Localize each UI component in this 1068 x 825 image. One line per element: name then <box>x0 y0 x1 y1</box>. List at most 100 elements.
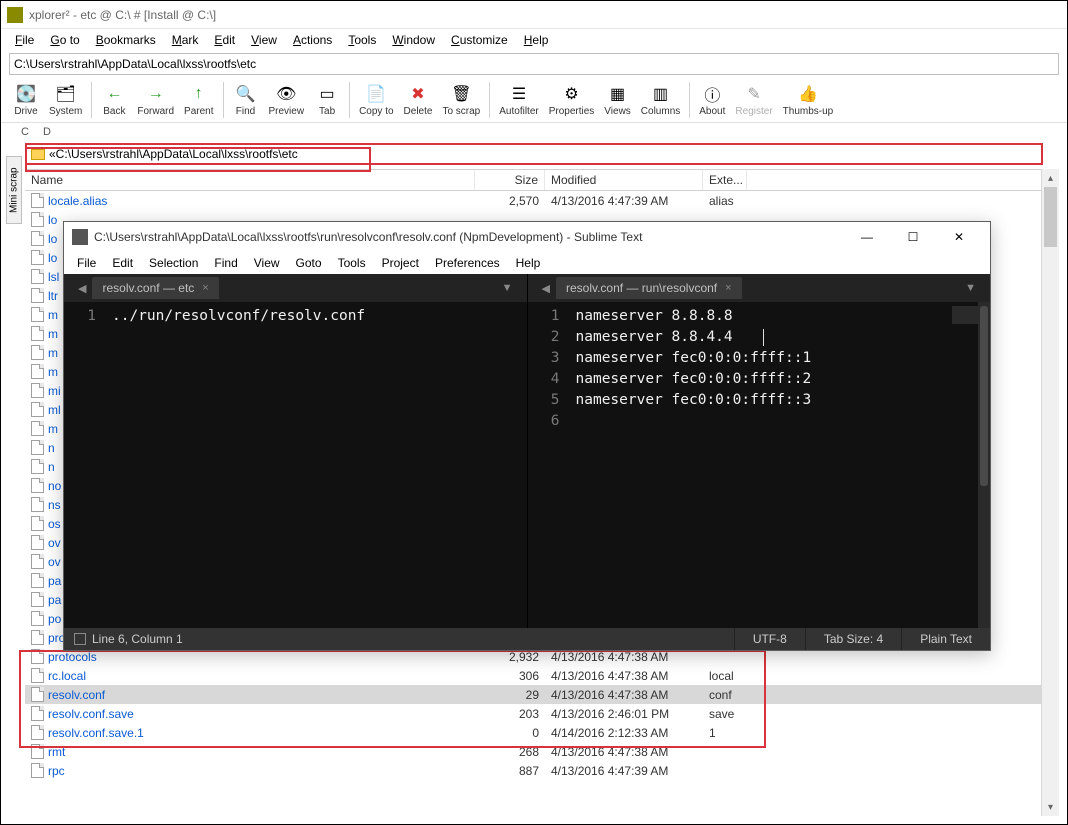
columns-button[interactable]: ▥Columns <box>637 81 684 119</box>
properties-button[interactable]: ⚙Properties <box>545 81 599 119</box>
drive-c[interactable]: C <box>21 126 29 138</box>
minimap[interactable] <box>952 306 978 324</box>
file-row[interactable]: rmt2684/13/2016 4:47:38 AM <box>25 742 1059 761</box>
copy-to-button[interactable]: 📄Copy to <box>355 81 397 119</box>
col-ext[interactable]: Exte... <box>703 170 747 190</box>
file-list[interactable]: locale.alias2,5704/13/2016 4:47:39 AMali… <box>25 191 1059 210</box>
file-row[interactable]: locale.alias2,5704/13/2016 4:47:39 AMali… <box>25 191 1059 210</box>
menu-item[interactable]: Help <box>518 31 555 49</box>
drive-button[interactable]: 💽Drive <box>9 81 43 119</box>
col-name[interactable]: Name <box>25 170 475 190</box>
file-name: m <box>48 422 58 436</box>
tab-overflow-icon[interactable]: ▼ <box>496 282 519 294</box>
scroll-up-icon[interactable]: ▴ <box>1042 169 1059 187</box>
file-row[interactable]: resolv.conf294/13/2016 4:47:38 AMconf <box>25 685 1059 704</box>
sublime-menubar[interactable]: FileEditSelectionFindViewGotoToolsProjec… <box>64 252 990 274</box>
menu-item[interactable]: Actions <box>287 31 338 49</box>
close-icon[interactable]: × <box>725 282 731 294</box>
col-size[interactable]: Size <box>475 170 545 190</box>
tab-bar[interactable]: ◀ resolv.conf — etc × ▼ <box>64 274 527 302</box>
menu-item[interactable]: Mark <box>166 31 205 49</box>
menu-item[interactable]: Edit <box>105 254 140 272</box>
menu-item[interactable]: Window <box>386 31 441 49</box>
menu-item[interactable]: Preferences <box>428 254 507 272</box>
menu-item[interactable]: File <box>70 254 103 272</box>
status-position[interactable]: Line 6, Column 1 <box>92 632 183 646</box>
titlebar: xplorer² - etc @ C:\ # [Install @ C:\] <box>1 1 1067 29</box>
sublime-icon <box>72 229 88 245</box>
file-name: ns <box>48 498 61 512</box>
tab-resolv-run[interactable]: resolv.conf — run\resolvconf × <box>556 277 742 299</box>
tab-overflow-icon[interactable]: ▼ <box>959 282 982 294</box>
menu-item[interactable]: View <box>245 31 283 49</box>
menu-item[interactable]: Find <box>207 254 244 272</box>
editor-right[interactable]: 123456 nameserver 8.8.8.8nameserver 8.8.… <box>528 302 991 628</box>
mini-scrap-tab[interactable]: Mini scrap <box>6 156 22 224</box>
menu-item[interactable]: Selection <box>142 254 205 272</box>
menu-item[interactable]: Customize <box>445 31 514 49</box>
file-row[interactable]: rpc8874/13/2016 4:47:39 AM <box>25 761 1059 780</box>
file-name: ov <box>48 536 61 550</box>
menu-item[interactable]: Tools <box>331 254 373 272</box>
breadcrumb[interactable]: «C:\Users\rstrahl\AppData\Local\lxss\roo… <box>25 143 1043 165</box>
status-icon[interactable] <box>74 633 86 645</box>
close-icon[interactable]: × <box>202 282 208 294</box>
file-name: pa <box>48 574 61 588</box>
app-icon <box>7 7 23 23</box>
code-area[interactable]: ../run/resolvconf/resolv.conf <box>106 302 527 628</box>
menu-item[interactable]: Tools <box>342 31 382 49</box>
status-bar: Line 6, Column 1 UTF-8 Tab Size: 4 Plain… <box>64 628 990 650</box>
menu-item[interactable]: Goto <box>289 254 329 272</box>
parent-button[interactable]: ↑Parent <box>180 81 217 119</box>
file-row[interactable]: resolv.conf.save2034/13/2016 2:46:01 PMs… <box>25 704 1059 723</box>
file-row[interactable]: resolv.conf.save.104/14/2016 2:12:33 AM1 <box>25 723 1059 742</box>
tool-label: About <box>699 106 725 117</box>
thumbs-up-icon: 👍 <box>797 83 819 105</box>
menu-item[interactable]: Help <box>509 254 548 272</box>
left-pane: ◀ resolv.conf — etc × ▼ 1 ../run/resolvc… <box>64 274 527 628</box>
menu-item[interactable]: Bookmarks <box>90 31 162 49</box>
editor-left[interactable]: 1 ../run/resolvconf/resolv.conf <box>64 302 527 628</box>
views-button[interactable]: ▦Views <box>600 81 635 119</box>
drive-d[interactable]: D <box>43 126 51 138</box>
scroll-down-icon[interactable]: ▾ <box>1042 798 1059 816</box>
system-button[interactable]: 🗂System <box>45 81 86 119</box>
scrollbar-vertical[interactable]: ▴ ▾ <box>1041 169 1059 816</box>
status-tabsize[interactable]: Tab Size: 4 <box>805 628 901 650</box>
menu-item[interactable]: View <box>247 254 287 272</box>
col-modified[interactable]: Modified <box>545 170 703 190</box>
status-syntax[interactable]: Plain Text <box>901 628 990 650</box>
scrollbar-vertical[interactable] <box>978 302 990 628</box>
menu-item[interactable]: Edit <box>208 31 241 49</box>
register-button[interactable]: ✎Register <box>731 81 776 119</box>
autofilter-button[interactable]: ☰Autofilter <box>495 81 542 119</box>
tab-bar[interactable]: ◀ resolv.conf — run\resolvconf × ▼ <box>528 274 991 302</box>
back-button[interactable]: ←Back <box>97 81 131 119</box>
preview-button[interactable]: 👁Preview <box>265 81 309 119</box>
drive-strip[interactable]: CD <box>1 123 1067 141</box>
maximize-button[interactable]: ☐ <box>890 223 936 251</box>
delete-button[interactable]: ✖Delete <box>400 81 437 119</box>
tab-scroll-left-icon[interactable]: ◀ <box>536 282 556 295</box>
scrollbar-thumb[interactable] <box>1044 187 1057 247</box>
close-button[interactable]: ✕ <box>936 223 982 251</box>
file-row[interactable]: rc.local3064/13/2016 4:47:38 AMlocal <box>25 666 1059 685</box>
tab-button[interactable]: ▭Tab <box>310 81 344 119</box>
tab-scroll-left-icon[interactable]: ◀ <box>72 282 92 295</box>
forward-button[interactable]: →Forward <box>133 81 178 119</box>
thumbs-up-button[interactable]: 👍Thumbs-up <box>779 81 838 119</box>
about-button[interactable]: ⓘAbout <box>695 81 729 119</box>
menu-item[interactable]: File <box>9 31 40 49</box>
menu-item[interactable]: Project <box>375 254 426 272</box>
column-headers[interactable]: Name Size Modified Exte... <box>25 169 1059 191</box>
minimize-button[interactable]: — <box>844 223 890 251</box>
menubar[interactable]: FileGo to BookmarksMarkEditViewActionsToo… <box>1 29 1067 51</box>
find-button[interactable]: 🔍Find <box>229 81 263 119</box>
status-encoding[interactable]: UTF-8 <box>734 628 805 650</box>
path-bar[interactable]: C:\Users\rstrahl\AppData\Local\lxss\root… <box>9 53 1059 75</box>
menu-item[interactable]: Go to <box>44 31 85 49</box>
code-area[interactable]: nameserver 8.8.8.8nameserver 8.8.4.4name… <box>570 302 991 628</box>
to-scrap-button[interactable]: 🗑To scrap <box>438 81 484 119</box>
tab-resolv-etc[interactable]: resolv.conf — etc × <box>92 277 218 299</box>
scrollbar-thumb[interactable] <box>980 306 988 486</box>
